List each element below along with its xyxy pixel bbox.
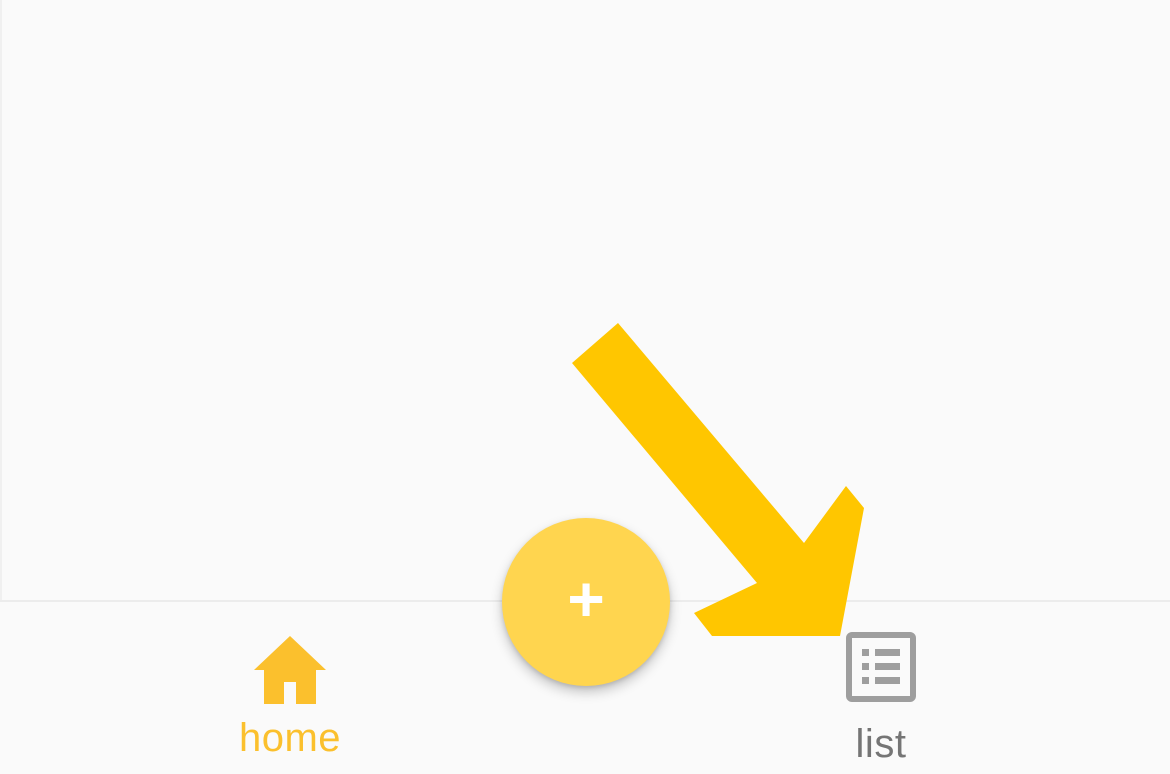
add-icon: + — [567, 563, 605, 635]
nav-item-list[interactable]: list — [781, 602, 981, 774]
home-icon — [252, 632, 328, 709]
list-icon — [846, 632, 916, 707]
main-content-area — [0, 0, 1170, 600]
nav-item-list-label: list — [855, 722, 907, 766]
app-screen: home list + — [0, 0, 1170, 774]
nav-item-home-label: home — [238, 716, 342, 760]
nav-item-home[interactable]: home — [190, 602, 390, 774]
add-fab-button[interactable]: + — [502, 518, 670, 686]
